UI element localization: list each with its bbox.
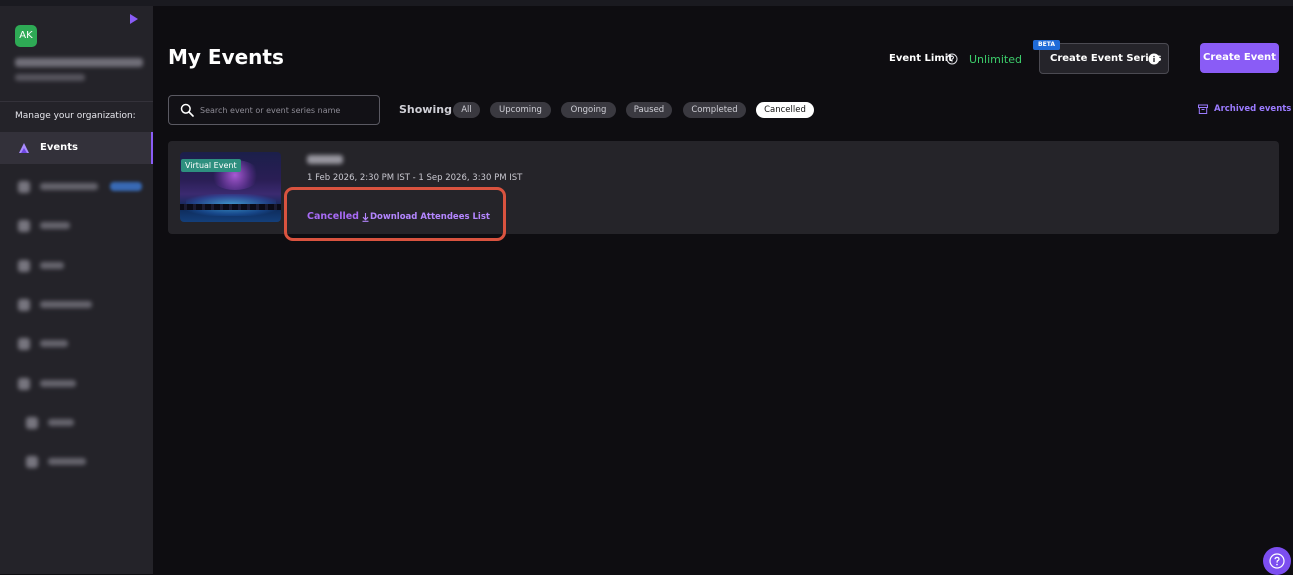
create-event-series-label: Create Event Series — [1050, 53, 1162, 64]
avatar[interactable]: AK — [15, 25, 37, 47]
blurred-nav-icon — [26, 417, 38, 429]
organization-name — [15, 58, 143, 67]
sidebar-divider — [0, 101, 153, 102]
search-input[interactable] — [200, 102, 370, 118]
info-icon[interactable] — [1148, 53, 1160, 65]
search-box[interactable] — [168, 95, 380, 125]
blurred-nav-icon — [18, 181, 30, 193]
sidebar-subitem-blurred-1[interactable] — [0, 411, 153, 435]
blurred-nav-icon — [18, 378, 30, 390]
blurred-nav-label — [48, 419, 74, 426]
archive-icon[interactable] — [1198, 104, 1208, 114]
virtual-event-tag: Virtual Event — [181, 159, 241, 172]
manage-organization-label: Manage your organization: — [15, 111, 136, 121]
help-circle-icon[interactable] — [946, 53, 958, 65]
blurred-nav-label — [40, 340, 68, 347]
new-badge — [110, 182, 142, 191]
blurred-nav-icon — [18, 299, 30, 311]
blurred-nav-icon — [18, 220, 30, 232]
question-icon — [1269, 553, 1285, 569]
page-title: My Events — [168, 45, 284, 69]
filter-chip-all[interactable]: All — [453, 102, 480, 118]
event-thumbnail[interactable]: Virtual Event — [180, 152, 281, 222]
showing-label: Showing — [399, 103, 452, 116]
blurred-nav-label — [40, 183, 98, 190]
sidebar: AK Manage your organization: Events — [0, 6, 153, 574]
highlight-box — [284, 187, 506, 241]
help-button[interactable] — [1263, 547, 1291, 575]
blurred-nav-icon — [26, 456, 38, 468]
filter-chip-completed[interactable]: Completed — [683, 102, 746, 118]
event-limit-label: Event Limit — [889, 53, 953, 64]
create-event-button[interactable]: Create Event — [1200, 43, 1279, 73]
blurred-nav-icon — [18, 338, 30, 350]
sidebar-item-blurred-4[interactable] — [0, 293, 153, 317]
blurred-nav-icon — [18, 260, 30, 272]
filter-chip-ongoing[interactable]: Ongoing — [561, 102, 616, 118]
blurred-nav-label — [40, 301, 92, 308]
event-dates: 1 Feb 2026, 2:30 PM IST - 1 Sep 2026, 3:… — [307, 173, 523, 183]
archived-events-link[interactable]: Archived events — [1214, 104, 1291, 114]
events-icon — [19, 143, 29, 153]
sidebar-item-label: Events — [40, 142, 78, 153]
thumbnail-skyline — [180, 204, 281, 210]
blurred-nav-label — [40, 262, 64, 269]
blurred-nav-label — [40, 380, 76, 387]
search-icon — [180, 103, 194, 117]
filter-chip-paused[interactable]: Paused — [626, 102, 672, 118]
sidebar-item-events[interactable]: Events — [0, 132, 153, 164]
sidebar-item-blurred-1[interactable] — [0, 175, 153, 199]
event-limit-value: Unlimited — [969, 53, 1022, 66]
blurred-nav-label — [48, 458, 86, 465]
sidebar-subitem-blurred-2[interactable] — [0, 450, 153, 474]
sidebar-item-blurred-5[interactable] — [0, 332, 153, 356]
collapse-sidebar-icon[interactable] — [128, 13, 140, 25]
sidebar-item-blurred-6[interactable] — [0, 372, 153, 396]
organization-subtitle — [15, 74, 85, 81]
beta-badge: BETA — [1033, 40, 1060, 50]
filter-chip-upcoming[interactable]: Upcoming — [490, 102, 551, 118]
filter-chip-cancelled[interactable]: Cancelled — [756, 102, 814, 118]
top-strip — [0, 0, 1293, 6]
event-name[interactable] — [307, 155, 343, 164]
blurred-nav-label — [40, 222, 70, 229]
sidebar-item-blurred-3[interactable] — [0, 254, 153, 278]
sidebar-item-blurred-2[interactable] — [0, 214, 153, 238]
